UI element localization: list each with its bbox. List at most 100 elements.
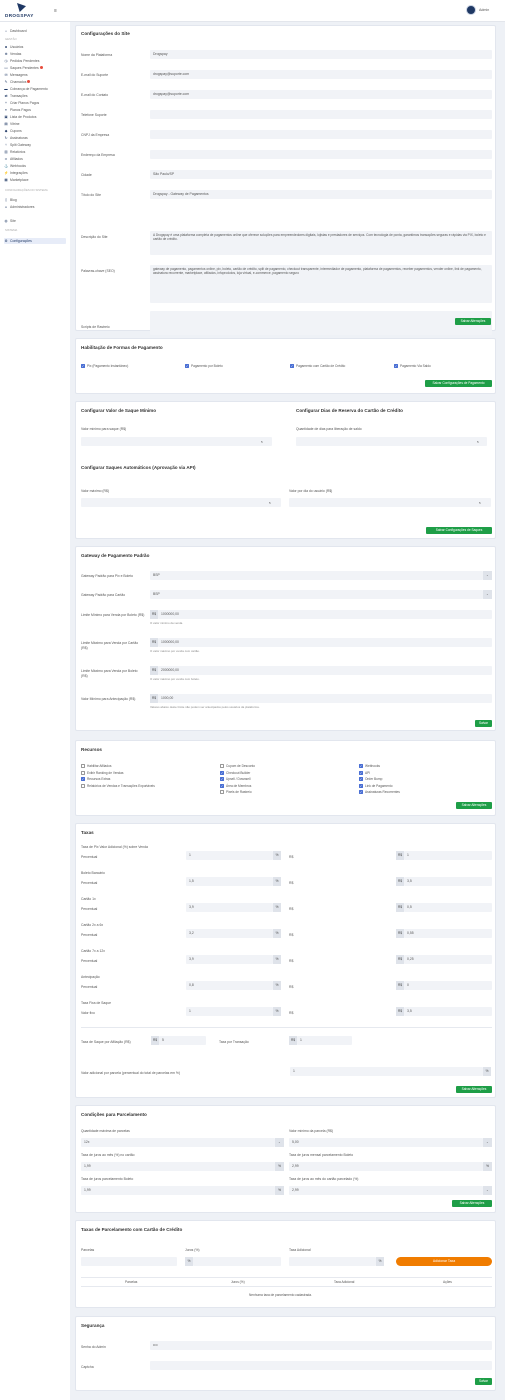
resource-checkbox[interactable]: ✓ — [359, 770, 363, 775]
fee-percent-input[interactable]: 1,5 — [186, 877, 273, 886]
chevron-down-icon[interactable]: ⌄ — [483, 1138, 492, 1147]
sidebar-item[interactable]: ☻ Usuários — [4, 44, 66, 50]
sidebar-item[interactable]: ▬ Cobrança de Pagamento — [4, 86, 66, 92]
gateway-select[interactable]: BSP — [150, 590, 483, 599]
chevron-down-icon[interactable]: ⌄ — [275, 1138, 284, 1147]
save-withdraw-button[interactable]: Salvar Configurações de Saques — [426, 527, 492, 534]
sidebar-item[interactable]: ⚡ Integrações — [4, 170, 66, 176]
sidebar-item[interactable]: ▥ Relatórios — [4, 149, 66, 155]
sidebar-item[interactable]: ⚓ Webhooks — [4, 163, 66, 169]
resource-checkbox[interactable] — [81, 770, 85, 775]
limit-input[interactable]: 1000,00 — [158, 694, 492, 703]
sidebar-item[interactable]: ⊕ Vendas — [4, 51, 66, 57]
save-security-button[interactable]: Salvar — [475, 1378, 492, 1385]
payment-checkbox[interactable]: ✓ — [290, 364, 294, 368]
chevron-down-icon[interactable]: ⌄ — [483, 571, 492, 580]
resource-checkbox[interactable] — [81, 783, 85, 788]
description-textarea[interactable]: A Drogspay é uma plataforma completa de … — [150, 231, 492, 255]
field-input[interactable]: drogspay@suporte.com — [150, 70, 492, 79]
sidebar-item[interactable]: ⌂ Dashboard — [4, 28, 66, 34]
resource-checkbox[interactable]: ✓ — [81, 777, 85, 781]
chevron-down-icon[interactable]: ⌄ — [483, 590, 492, 599]
fee-fixed-input[interactable]: 3,5 — [404, 1007, 492, 1016]
logo[interactable]: DROGSPAY — [5, 3, 45, 19]
menu-icon[interactable]: ≡ — [54, 8, 57, 14]
keywords-textarea[interactable]: gateway de pagamento, pagamentos online,… — [150, 265, 492, 303]
percent-icon[interactable]: % — [275, 1162, 284, 1171]
transaction-fee-input[interactable]: 1 — [297, 1036, 352, 1045]
installment-input[interactable]: 1,99 — [81, 1186, 275, 1195]
installment-input[interactable]: 2,99 — [289, 1162, 483, 1171]
sidebar-item[interactable]: ▭ Saques Pendentes — [4, 65, 66, 71]
installment-input[interactable]: 1,99 — [81, 1162, 275, 1171]
payment-checkbox[interactable]: ✓ — [81, 364, 85, 368]
fee-fixed-input[interactable]: 1 — [404, 851, 492, 860]
fee-percent-input[interactable]: 3,9 — [186, 955, 273, 964]
fee-percent-input[interactable]: 1 — [186, 1007, 273, 1016]
field-input[interactable]: Drogspay - Gateway de Pagamentos — [150, 190, 492, 199]
resource-checkbox[interactable]: ✓ — [359, 783, 363, 788]
min-withdraw-input[interactable] — [81, 437, 272, 446]
limit-input[interactable]: 1000000,00 — [158, 610, 492, 619]
save-resources-button[interactable]: Salvar Alterações — [456, 802, 492, 809]
user-name[interactable]: Admin — [479, 8, 489, 12]
limit-input[interactable]: 2000000,00 — [158, 666, 492, 675]
fee-percent-input[interactable]: 0,8 — [186, 981, 273, 990]
save-site-button[interactable]: Salvar Alterações — [455, 318, 491, 325]
installment-extra-input[interactable]: 1 — [290, 1067, 483, 1076]
resource-checkbox[interactable]: ✓ — [220, 770, 224, 775]
sidebar-item[interactable]: ⇄ Transações — [4, 93, 66, 99]
auto-max-input[interactable] — [81, 498, 281, 507]
sidebar-item[interactable]: ▯ Blog — [4, 197, 66, 203]
payment-checkbox[interactable]: ✓ — [185, 364, 189, 368]
resource-checkbox[interactable] — [220, 764, 224, 768]
limit-input[interactable]: 1000000,00 — [158, 638, 492, 647]
save-gateway-button[interactable]: Salvar — [475, 720, 492, 727]
field-input[interactable] — [150, 110, 492, 119]
sidebar-item[interactable]: ◍ Site — [4, 218, 66, 224]
installment-input[interactable]: 12x — [81, 1138, 275, 1147]
save-payment-button[interactable]: Salvar Configurações de Pagamento — [425, 380, 492, 387]
fee-fixed-input[interactable]: 3,5 — [404, 877, 492, 886]
sidebar-item[interactable]: ≡ Planos Pagos — [4, 107, 66, 113]
fee-fixed-input[interactable]: 0,25 — [404, 955, 492, 964]
installment-input[interactable]: 5,00 — [289, 1138, 483, 1147]
fee-fixed-input[interactable]: 0,5 — [404, 903, 492, 912]
resource-checkbox[interactable]: ✓ — [220, 783, 224, 788]
gateway-select[interactable]: BSP — [150, 571, 483, 580]
admin-password-input[interactable]: •••• — [150, 1341, 492, 1350]
chevron-down-icon[interactable]: ⌄ — [483, 1186, 492, 1195]
sidebar-item[interactable]: ▤ Vitrine — [4, 121, 66, 127]
resource-checkbox[interactable]: ✓ — [220, 777, 224, 781]
sidebar-item[interactable]: ✎ Chamados — [4, 79, 66, 85]
card-fee-extra-input[interactable] — [289, 1257, 376, 1266]
percent-icon[interactable]: % — [275, 1186, 284, 1195]
reserve-days-input[interactable] — [296, 437, 487, 446]
scripts-textarea[interactable] — [150, 311, 492, 335]
auto-day-input[interactable] — [289, 498, 491, 507]
fee-percent-input[interactable]: 3,9 — [186, 903, 273, 912]
avatar[interactable] — [466, 5, 476, 15]
card-fee-interest-input[interactable] — [193, 1257, 281, 1266]
payment-checkbox[interactable]: ✓ — [394, 364, 398, 368]
card-fee-installments-input[interactable] — [81, 1257, 177, 1266]
save-installments-button[interactable]: Salvar Alterações — [452, 1200, 492, 1207]
sidebar-item[interactable]: + Criar Planos Pagos — [4, 100, 66, 106]
installment-input[interactable]: 2,99 — [289, 1186, 483, 1195]
fee-fixed-input[interactable]: 0 — [404, 981, 492, 990]
sidebar-item[interactable]: ↻ Assinaturas — [4, 135, 66, 141]
withdraw-fee-input[interactable]: 5 — [159, 1036, 206, 1045]
sidebar-item[interactable]: ◆ Cupons — [4, 128, 66, 134]
resource-checkbox[interactable]: ✓ — [359, 777, 363, 781]
sidebar-item[interactable]: ✉ Mensagens — [4, 72, 66, 78]
sidebar-item[interactable]: ☺ Administradores — [4, 204, 66, 210]
field-input[interactable]: drogspay@suporte.com — [150, 90, 492, 99]
save-fees-button[interactable]: Salvar Alterações — [456, 1086, 492, 1093]
fee-percent-input[interactable]: 1 — [186, 851, 273, 860]
sidebar-item[interactable]: ∞ Afiliados — [4, 156, 66, 162]
captcha-input[interactable] — [150, 1361, 492, 1370]
add-fee-button[interactable]: Adicionar Taxa — [396, 1257, 492, 1266]
resource-checkbox[interactable]: ✓ — [359, 790, 363, 794]
sidebar-item[interactable]: ⚙ Configurações — [4, 238, 66, 244]
resource-checkbox[interactable]: ✓ — [359, 764, 363, 768]
